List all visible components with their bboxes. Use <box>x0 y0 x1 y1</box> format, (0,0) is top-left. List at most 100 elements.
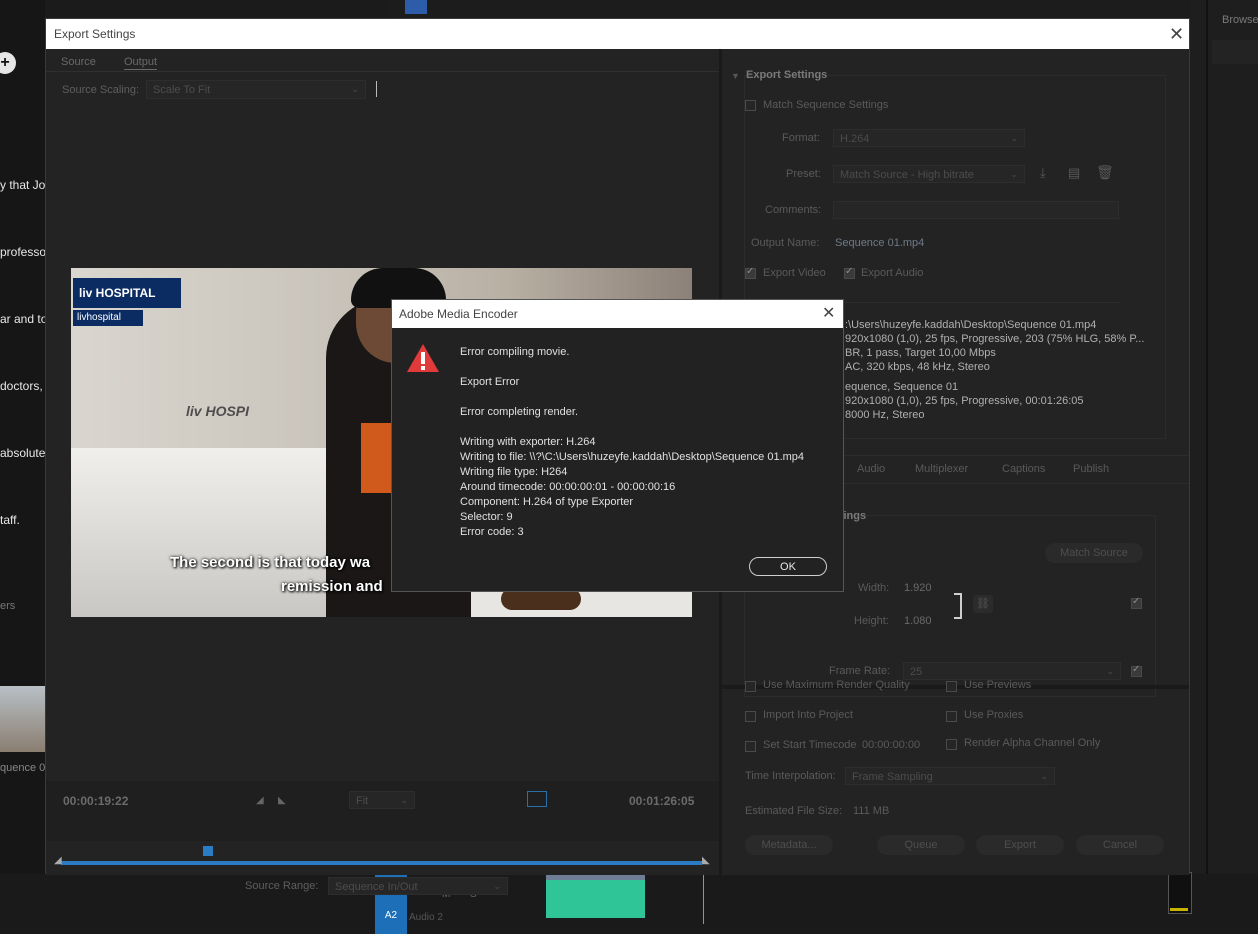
crop-toggle-icon[interactable] <box>376 81 377 97</box>
aspect-ratio-icon[interactable] <box>527 791 547 807</box>
subtitle-line-2: remission and <box>281 578 383 595</box>
export-button[interactable]: Export <box>976 835 1064 855</box>
hospital-logo: liv HOSPITAL <box>73 278 181 308</box>
output-summary-line: AC, 320 kbps, 48 kHz, Stereo <box>845 361 990 373</box>
save-preset-icon[interactable]: ⤓ <box>1040 165 1046 181</box>
ok-button[interactable]: OK <box>749 557 827 576</box>
tab-multiplexer[interactable]: Multiplexer <box>915 463 968 475</box>
playhead-marker[interactable] <box>202 846 213 856</box>
source-range-dropdown[interactable]: Sequence In/Out ⌄ <box>328 877 508 895</box>
height-value[interactable]: 1.080 <box>904 615 932 627</box>
chevron-down-icon: ⌄ <box>351 84 359 94</box>
time-interpolation-value: Frame Sampling <box>852 771 933 783</box>
sequence-label: quence 01 <box>0 762 52 774</box>
out-point-icon[interactable]: ◣ <box>702 855 710 866</box>
error-detail: Writing to file: \\?\C:\Users\huzeyfe.ka… <box>460 451 805 463</box>
background-left-panel <box>0 0 45 934</box>
tab-source[interactable]: Source <box>61 56 96 68</box>
collapse-icon[interactable]: ▼ <box>731 71 740 81</box>
output-summary-line: 920x1080 (1,0), 25 fps, Progressive, 203… <box>845 333 1145 345</box>
script-line: absolutel <box>0 446 49 460</box>
current-timecode[interactable]: 00:00:19:22 <box>63 794 128 808</box>
close-icon[interactable]: ✕ <box>822 305 835 323</box>
browse-tab[interactable]: Browse <box>1222 14 1258 26</box>
error-detail: Around timecode: 00:00:00:01 - 00:00:00:… <box>460 481 676 493</box>
match-dimension-checkbox[interactable] <box>1131 596 1142 609</box>
source-summary-line: equence, Sequence 01 <box>845 381 959 393</box>
use-proxies-label: Use Proxies <box>964 709 1024 721</box>
output-name-link[interactable]: Sequence 01.mp4 <box>835 237 924 249</box>
background-blue-button[interactable] <box>405 0 427 14</box>
audio-clip[interactable] <box>546 880 645 918</box>
use-proxies-checkbox[interactable] <box>946 711 957 722</box>
metadata-button[interactable]: Metadata... <box>745 835 833 855</box>
scrub-track[interactable] <box>61 861 702 865</box>
zoom-dropdown[interactable]: Fit ⌄ <box>349 791 415 809</box>
source-scaling-dropdown[interactable]: Scale To Fit ⌄ <box>146 80 366 99</box>
link-bracket-icon <box>954 593 962 619</box>
tab-publish[interactable]: Publish <box>1073 463 1109 475</box>
use-previews-label: Use Previews <box>964 679 1032 691</box>
tab-captions[interactable]: Captions <box>1002 463 1045 475</box>
error-message: Error completing render. <box>460 406 578 418</box>
audio-track-name: Audio 2 <box>409 912 443 923</box>
import-into-project-checkbox[interactable] <box>745 711 756 722</box>
zoom-value: Fit <box>356 795 369 807</box>
set-in-icon[interactable]: ◢ <box>256 795 264 806</box>
comments-input[interactable] <box>833 201 1119 219</box>
error-detail: Component: H.264 of type Exporter <box>460 496 634 508</box>
set-start-timecode-checkbox[interactable] <box>745 741 756 752</box>
start-timecode-value[interactable]: 00:00:00:00 <box>862 739 920 751</box>
source-scaling-value: Scale To Fit <box>153 84 211 96</box>
export-video-checkbox[interactable] <box>745 266 756 279</box>
max-render-quality-checkbox[interactable] <box>745 681 756 692</box>
frame-rate-checkbox[interactable] <box>1131 664 1142 677</box>
error-message: Error compiling movie. <box>460 346 570 358</box>
track-a2-label: A2 <box>384 910 398 921</box>
estimated-size-label: Estimated File Size: <box>745 805 843 817</box>
export-audio-checkbox[interactable] <box>844 266 855 279</box>
preset-dropdown[interactable]: Match Source - High bitrate ⌄ <box>833 165 1025 183</box>
format-label: Format: <box>782 132 820 144</box>
background-right-bar <box>1212 40 1258 64</box>
subtitle-line-1: The second is that today wa <box>170 554 371 571</box>
chevron-down-icon: ⌄ <box>1010 133 1018 143</box>
width-label: Width: <box>858 582 890 594</box>
tab-audio[interactable]: Audio <box>857 463 885 475</box>
estimated-size-value: 111 MB <box>853 805 890 817</box>
timeline-playhead[interactable] <box>703 874 704 924</box>
output-name-label: Output Name: <box>751 237 820 249</box>
use-previews-checkbox[interactable] <box>946 681 957 692</box>
script-line: professo <box>0 245 47 259</box>
export-audio-label: Export Audio <box>861 267 924 279</box>
cancel-button[interactable]: Cancel <box>1076 835 1164 855</box>
error-detail: Writing with exporter: H.264 <box>460 436 596 448</box>
render-alpha-checkbox[interactable] <box>946 739 957 750</box>
comments-label: Comments: <box>765 204 822 216</box>
format-dropdown[interactable]: H.264 ⌄ <box>833 129 1025 147</box>
time-interpolation-dropdown[interactable]: Frame Sampling ⌄ <box>845 767 1055 785</box>
in-point-icon[interactable]: ◢ <box>54 855 62 866</box>
match-sequence-label: Match Sequence Settings <box>763 99 889 111</box>
preset-value: Match Source - High bitrate <box>840 169 974 181</box>
match-sequence-checkbox[interactable] <box>745 100 756 111</box>
set-start-timecode-label: Set Start Timecode <box>763 739 857 751</box>
width-value[interactable]: 1.920 <box>904 582 932 594</box>
frame-rate-dropdown[interactable]: 25 ⌄ <box>903 662 1121 680</box>
error-detail: Error code: 3 <box>460 526 524 538</box>
queue-button[interactable]: Queue <box>877 835 965 855</box>
import-preset-icon[interactable]: ▤ <box>1068 165 1080 181</box>
close-icon[interactable]: ✕ <box>1169 25 1184 43</box>
window-title: Export Settings <box>54 27 136 41</box>
output-summary-line: BR, 1 pass, Target 10,00 Mbps <box>845 347 996 359</box>
wall-logo-text: liv HOSPI <box>186 403 250 419</box>
match-source-button[interactable]: Match Source <box>1045 543 1143 563</box>
link-icon[interactable]: ⛓ <box>973 595 993 613</box>
sequence-thumbnail[interactable] <box>0 686 45 752</box>
delete-preset-icon[interactable]: 🗑 <box>1096 164 1114 181</box>
set-out-icon[interactable]: ◣ <box>278 795 286 806</box>
tab-output[interactable]: Output <box>124 56 158 70</box>
preset-label: Preset: <box>786 168 821 180</box>
error-message: Export Error <box>460 376 520 388</box>
playback-bar: 00:00:19:22 ◢ ◣ Fit ⌄ 00:01:26:05 <box>46 781 719 841</box>
